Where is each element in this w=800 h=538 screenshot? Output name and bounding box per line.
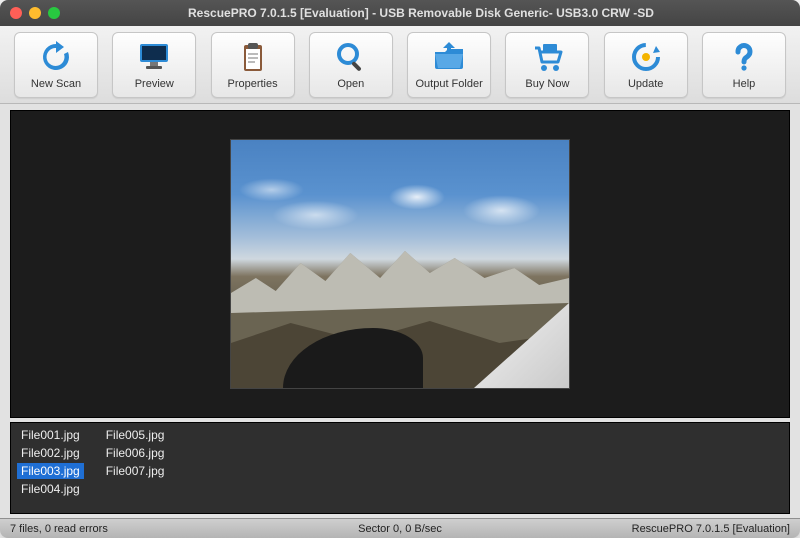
close-icon[interactable] — [10, 7, 22, 19]
folder-up-icon — [431, 40, 467, 74]
list-item[interactable]: File001.jpg — [17, 427, 84, 443]
toolbar-label: Properties — [227, 78, 277, 90]
new-scan-button[interactable]: New Scan — [14, 32, 98, 98]
toolbar-label: New Scan — [31, 78, 81, 90]
refresh-arrow-icon — [38, 40, 74, 74]
shopping-cart-icon — [529, 40, 565, 74]
toolbar-label: Open — [337, 78, 364, 90]
status-right: RescuePRO 7.0.1.5 [Evaluation] — [632, 523, 790, 535]
list-item[interactable]: File007.jpg — [102, 463, 169, 479]
update-button[interactable]: Update — [604, 32, 688, 98]
list-item[interactable]: File002.jpg — [17, 445, 84, 461]
window-controls — [10, 7, 60, 19]
toolbar-label: Help — [733, 78, 756, 90]
clipboard-icon — [235, 40, 271, 74]
list-item[interactable]: File006.jpg — [102, 445, 169, 461]
list-item[interactable]: File005.jpg — [102, 427, 169, 443]
minimize-icon[interactable] — [29, 7, 41, 19]
update-sync-icon — [628, 40, 664, 74]
open-button[interactable]: Open — [309, 32, 393, 98]
help-button[interactable]: Help — [702, 32, 786, 98]
titlebar: RescuePRO 7.0.1.5 [Evaluation] - USB Rem… — [0, 0, 800, 26]
list-item[interactable]: File004.jpg — [17, 481, 84, 497]
file-list[interactable]: File001.jpg File002.jpg File003.jpg File… — [10, 422, 790, 514]
image-preview-pane — [10, 110, 790, 418]
status-center: Sector 0, 0 B/sec — [358, 523, 442, 535]
toolbar-label: Preview — [135, 78, 174, 90]
preview-image — [230, 139, 570, 389]
app-window: RescuePRO 7.0.1.5 [Evaluation] - USB Rem… — [0, 0, 800, 538]
buy-now-button[interactable]: Buy Now — [505, 32, 589, 98]
toolbar-label: Output Folder — [415, 78, 482, 90]
list-item[interactable]: File003.jpg — [17, 463, 84, 479]
status-bar: 7 files, 0 read errors Sector 0, 0 B/sec… — [0, 518, 800, 538]
output-folder-button[interactable]: Output Folder — [407, 32, 491, 98]
status-left: 7 files, 0 read errors — [10, 523, 108, 535]
toolbar-label: Update — [628, 78, 663, 90]
properties-button[interactable]: Properties — [211, 32, 295, 98]
preview-button[interactable]: Preview — [112, 32, 196, 98]
zoom-icon[interactable] — [48, 7, 60, 19]
toolbar: New Scan Preview — [0, 26, 800, 104]
toolbar-label: Buy Now — [525, 78, 569, 90]
monitor-icon — [136, 40, 172, 74]
window-title: RescuePRO 7.0.1.5 [Evaluation] - USB Rem… — [188, 6, 654, 20]
magnifier-icon — [333, 40, 369, 74]
question-mark-icon — [726, 40, 762, 74]
